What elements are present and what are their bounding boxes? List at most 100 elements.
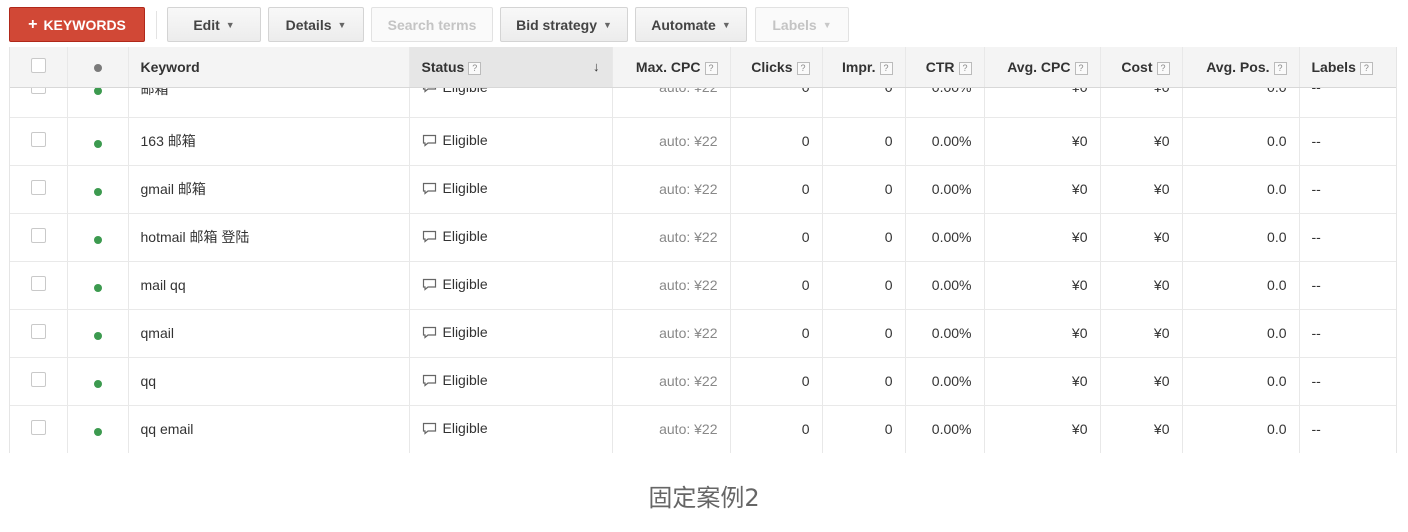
keyword-text: mail qq <box>140 277 186 293</box>
speech-bubble-icon[interactable] <box>422 374 437 387</box>
speech-bubble-icon[interactable] <box>422 326 437 339</box>
status-cell[interactable]: Eligible <box>409 357 613 406</box>
add-keywords-button[interactable]: + KEYWORDS <box>9 7 145 42</box>
speech-bubble-icon[interactable] <box>422 422 437 435</box>
keyword-cell[interactable]: hotmail 邮箱 登陆 <box>128 213 410 262</box>
row-status-dot-cell <box>67 213 129 262</box>
row-checkbox[interactable] <box>30 132 46 147</box>
keyword-cell[interactable]: 邮箱 <box>128 87 410 118</box>
max-cpc-cell[interactable]: auto: ¥22 <box>612 261 731 310</box>
row-checkbox[interactable] <box>30 372 46 387</box>
avg-cpc-cell: ¥0 <box>984 117 1101 166</box>
help-icon[interactable]: ? <box>796 61 810 75</box>
table-row[interactable]: 163 邮箱 Eligible auto: ¥22 0 0 0.00% ¥0 ¥… <box>10 117 1396 166</box>
table-body: 邮箱 Eligible auto: ¥22 0 0 0.00% ¥0 ¥0 0.… <box>10 87 1396 453</box>
labels-dropdown-button[interactable]: Labels ▼ <box>755 7 849 42</box>
keyword-cell[interactable]: 163 邮箱 <box>128 117 410 166</box>
avg-pos-cell: 0.0 <box>1182 261 1300 310</box>
column-header-avg-pos[interactable]: Avg. Pos.? <box>1182 47 1300 88</box>
row-checkbox[interactable] <box>30 180 46 195</box>
column-header-clicks-label: Clicks <box>751 58 793 75</box>
row-status-dot-cell <box>67 261 129 310</box>
keyword-text: qq email <box>140 421 194 437</box>
column-header-keyword[interactable]: Keyword <box>128 47 410 88</box>
labels-cell: -- <box>1299 309 1396 358</box>
help-icon[interactable]: ? <box>1074 61 1088 75</box>
status-cell[interactable]: Eligible <box>409 165 613 214</box>
row-checkbox[interactable] <box>30 420 46 435</box>
bid-strategy-label: Bid strategy <box>516 16 597 33</box>
table-row[interactable]: mail qq Eligible auto: ¥22 0 0 0.00% ¥0 … <box>10 261 1396 310</box>
cost-text: ¥0 <box>1153 325 1170 341</box>
max-cpc-cell[interactable]: auto: ¥22 <box>612 117 731 166</box>
table-row[interactable]: qq email Eligible auto: ¥22 0 0 0.00% ¥0… <box>10 405 1396 453</box>
column-header-avg-cpc[interactable]: Avg. CPC? <box>984 47 1101 88</box>
impr-cell: 0 <box>822 117 906 166</box>
ctr-cell: 0.00% <box>905 87 985 118</box>
speech-bubble-icon[interactable] <box>422 87 437 93</box>
max-cpc-cell[interactable]: auto: ¥22 <box>612 87 731 118</box>
table-row[interactable]: gmail 邮箱 Eligible auto: ¥22 0 0 0.00% ¥0… <box>10 165 1396 214</box>
max-cpc-cell[interactable]: auto: ¥22 <box>612 213 731 262</box>
help-icon[interactable]: ? <box>958 61 972 75</box>
help-icon[interactable]: ? <box>1359 61 1373 75</box>
clicks-cell: 0 <box>730 213 823 262</box>
column-header-clicks[interactable]: Clicks? <box>730 47 823 88</box>
column-header-labels[interactable]: Labels? <box>1299 47 1396 88</box>
automate-dropdown-button[interactable]: Automate ▼ <box>635 7 747 42</box>
column-header-status[interactable]: Status? ↓ <box>409 47 613 88</box>
keyword-cell[interactable]: qq <box>128 357 410 406</box>
edit-dropdown-button[interactable]: Edit ▼ <box>167 7 261 42</box>
max-cpc-cell[interactable]: auto: ¥22 <box>612 309 731 358</box>
avg-cpc-cell: ¥0 <box>984 357 1101 406</box>
keyword-cell[interactable]: gmail 邮箱 <box>128 165 410 214</box>
speech-bubble-icon[interactable] <box>422 182 437 195</box>
max-cpc-cell[interactable]: auto: ¥22 <box>612 405 731 453</box>
keyword-cell[interactable]: mail qq <box>128 261 410 310</box>
select-all-checkbox[interactable] <box>30 57 46 73</box>
help-icon[interactable]: ? <box>468 61 482 75</box>
impr-cell: 0 <box>822 309 906 358</box>
help-icon[interactable]: ? <box>1156 61 1170 75</box>
enabled-dot-icon <box>93 331 102 340</box>
column-header-max-cpc[interactable]: Max. CPC? <box>612 47 731 88</box>
row-select-cell <box>10 213 68 262</box>
keyword-cell[interactable]: qmail <box>128 309 410 358</box>
cost-cell: ¥0 <box>1100 261 1183 310</box>
row-checkbox[interactable] <box>30 87 46 94</box>
avg-cpc-text: ¥0 <box>1071 421 1088 437</box>
status-cell[interactable]: Eligible <box>409 213 613 262</box>
row-checkbox[interactable] <box>30 324 46 339</box>
search-terms-button[interactable]: Search terms <box>371 7 493 42</box>
speech-bubble-icon[interactable] <box>422 134 437 147</box>
help-icon[interactable]: ? <box>1273 61 1287 75</box>
table-row[interactable]: hotmail 邮箱 登陆 Eligible auto: ¥22 0 0 0.0… <box>10 213 1396 262</box>
status-cell[interactable]: Eligible <box>409 405 613 453</box>
table-row[interactable]: qmail Eligible auto: ¥22 0 0 0.00% ¥0 ¥0… <box>10 309 1396 358</box>
max-cpc-cell[interactable]: auto: ¥22 <box>612 357 731 406</box>
status-cell[interactable]: Eligible <box>409 87 613 118</box>
help-icon[interactable]: ? <box>704 61 718 75</box>
status-cell[interactable]: Eligible <box>409 261 613 310</box>
column-header-cost[interactable]: Cost? <box>1100 47 1183 88</box>
figure-caption: 固定案例2 <box>648 484 760 512</box>
labels-label: Labels <box>772 16 817 33</box>
table-row[interactable]: qq Eligible auto: ¥22 0 0 0.00% ¥0 ¥0 0.… <box>10 357 1396 406</box>
cost-cell: ¥0 <box>1100 405 1183 453</box>
column-header-impr[interactable]: Impr.? <box>822 47 906 88</box>
bid-strategy-dropdown-button[interactable]: Bid strategy ▼ <box>500 7 628 42</box>
max-cpc-cell[interactable]: auto: ¥22 <box>612 165 731 214</box>
row-checkbox[interactable] <box>30 276 46 291</box>
impr-text: 0 <box>884 133 893 149</box>
avg-cpc-text: ¥0 <box>1071 133 1088 149</box>
details-dropdown-button[interactable]: Details ▼ <box>268 7 364 42</box>
table-row[interactable]: 邮箱 Eligible auto: ¥22 0 0 0.00% ¥0 ¥0 0.… <box>10 87 1396 118</box>
keyword-cell[interactable]: qq email <box>128 405 410 453</box>
status-cell[interactable]: Eligible <box>409 117 613 166</box>
status-cell[interactable]: Eligible <box>409 309 613 358</box>
speech-bubble-icon[interactable] <box>422 230 437 243</box>
help-icon[interactable]: ? <box>879 61 893 75</box>
column-header-ctr[interactable]: CTR? <box>905 47 985 88</box>
row-checkbox[interactable] <box>30 228 46 243</box>
speech-bubble-icon[interactable] <box>422 278 437 291</box>
